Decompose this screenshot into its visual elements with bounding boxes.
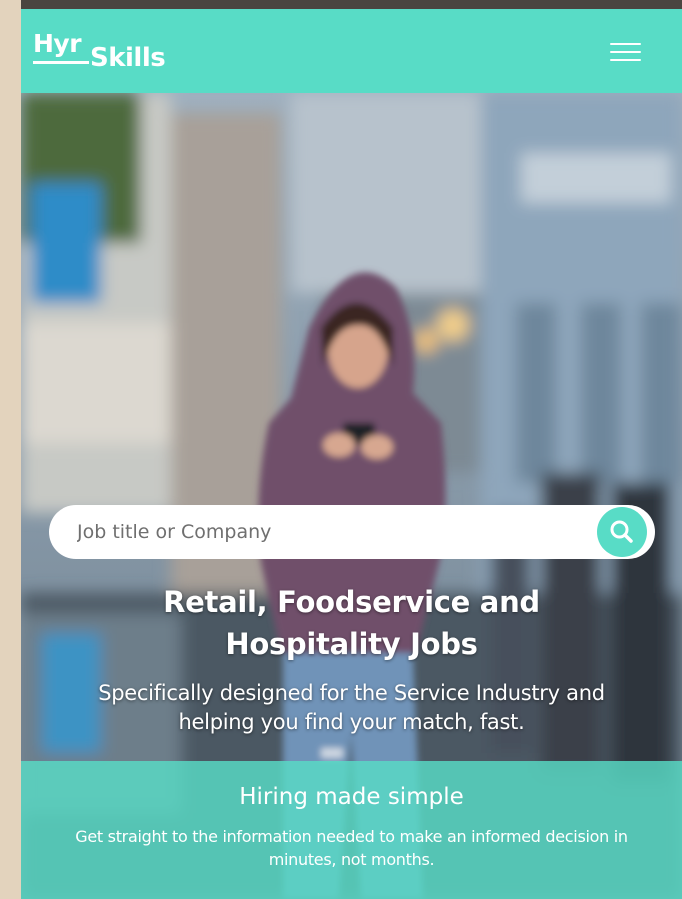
logo-underline [33,61,89,64]
menu-bar [610,59,641,61]
job-search-input[interactable] [77,513,577,551]
hero-subheadline: Specifically designed for the Service In… [21,679,682,737]
top-border [21,0,682,9]
feature-text-line-2: minutes, not months. [268,850,435,869]
logo-text-skills: Skills [90,43,166,73]
headline-line-2: Hospitality Jobs [225,627,478,661]
feature-title: Hiring made simple [239,784,464,810]
subheadline-line-2: helping you find your match, fast. [178,710,525,734]
hero-section: Retail, Foodservice and Hospitality Jobs… [21,93,682,899]
job-search-bar [49,505,655,559]
logo-text-hyr: Hyr [33,29,82,58]
hiring-feature-band: Hiring made simple Get straight to the i… [21,761,682,899]
menu-bar [610,43,641,45]
subheadline-line-1: Specifically designed for the Service In… [98,681,605,705]
mobile-viewport: Hyr Skills Job title or Company Retail, … [21,9,682,899]
search-icon [610,520,633,543]
search-button[interactable] [597,507,647,557]
hamburger-menu-icon[interactable] [607,39,643,65]
feature-text-line-1: Get straight to the information needed t… [75,827,628,846]
feature-description: Get straight to the information needed t… [25,825,678,871]
site-header: Hyr Skills [21,9,682,93]
headline-line-1: Retail, Foodservice and [163,585,540,619]
hero-headline: Retail, Foodservice and Hospitality Jobs [21,581,682,665]
menu-bar [610,51,641,53]
